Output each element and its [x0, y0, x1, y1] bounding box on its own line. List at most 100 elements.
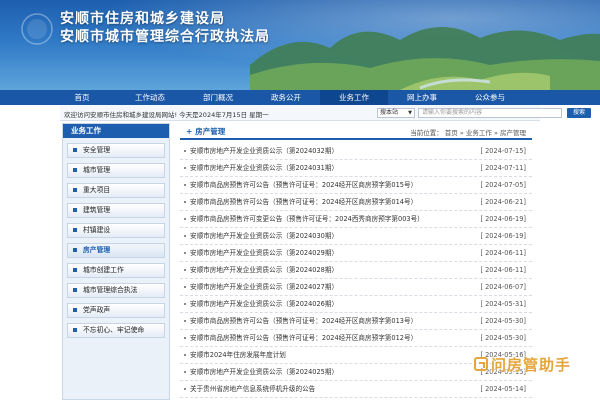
site-title: 安顺市住房和城乡建设局 安顺市城市管理综合行政执法局	[60, 10, 270, 46]
square-bullet-icon	[73, 208, 77, 212]
list-item-date: [ 2024-07-05]	[480, 181, 526, 189]
list-item-title[interactable]: 安顺市房地产开发企业资质公示（第2024027期）	[190, 279, 338, 296]
search-input[interactable]: 请输入你要搜索的内容	[418, 108, 562, 118]
list-item-date: [ 2024-06-19]	[480, 232, 526, 240]
bullet-dot-icon	[184, 201, 186, 203]
list-item-title[interactable]: 安顺市房地产开发企业资质公示（第2024025期）	[190, 364, 338, 381]
list-item-date: [ 2024-07-11]	[480, 164, 526, 172]
list-item[interactable]: 安顺市房地产开发企业资质公示（第2024030期） [ 2024-06-19]	[180, 228, 532, 245]
sidebar-item-major-projects[interactable]: 重大项目	[67, 183, 165, 198]
sidebar-item-safety[interactable]: 安全管理	[67, 143, 165, 158]
sidebar: 业务工作 安全管理 城市管理 重大项目 建筑管理 村镇建设 房产管理 城市创建工…	[62, 123, 170, 400]
list-item[interactable]: 安顺市商品房预售许可公告（预售许可证号：2024经开区商房预字第012号） [ 2…	[180, 330, 532, 347]
bullet-dot-icon	[184, 303, 186, 305]
list-item-date: [ 2024-06-07]	[480, 283, 526, 291]
list-item-title[interactable]: 安顺市房地产开发企业资质公示（第2024028期）	[190, 262, 338, 279]
square-bullet-icon	[73, 228, 77, 232]
bullet-dot-icon	[184, 320, 186, 322]
list-item[interactable]: 安顺市房地产开发企业资质公示（第2024029期） [ 2024-06-11]	[180, 245, 532, 262]
nav-item-home[interactable]: 首页	[48, 90, 116, 105]
square-bullet-icon	[73, 288, 77, 292]
square-bullet-icon	[73, 188, 77, 192]
bullet-dot-icon	[184, 150, 186, 152]
sidebar-item-city-creation[interactable]: 城市创建工作	[67, 263, 165, 278]
sidebar-item-label: 建筑管理	[83, 206, 111, 214]
sidebar-item-village-construction[interactable]: 村镇建设	[67, 223, 165, 238]
page-title: + 房产管理	[186, 126, 225, 137]
list-item-date: [ 2024-05-30]	[480, 317, 526, 325]
sidebar-item-law-enforcement[interactable]: 城市管理综合执法	[67, 283, 165, 298]
sidebar-item-label: 城市管理	[83, 166, 111, 174]
nav-item-public-participation[interactable]: 公众参与	[456, 90, 524, 105]
watermark-text: 问房管助手	[491, 355, 572, 374]
list-item-title[interactable]: 安顺市商品房预售许可公告（预售许可证号：2024经开区商房预字第012号）	[190, 330, 417, 347]
sidebar-item-label: 党声政声	[83, 306, 111, 314]
nav-item-dept-overview[interactable]: 部门概况	[184, 90, 252, 105]
search-button[interactable]: 搜索	[567, 108, 591, 118]
nav-item-work-news[interactable]: 工作动态	[116, 90, 184, 105]
list-item-title[interactable]: 安顺市房地产开发企业资质公示（第2024032期）	[190, 143, 338, 160]
bullet-dot-icon	[184, 371, 186, 373]
list-item[interactable]: 安顺市房地产开发企业资质公示（第2024027期） [ 2024-06-07]	[180, 279, 532, 296]
square-bullet-icon	[73, 248, 77, 252]
list-item[interactable]: 安顺市房地产开发企业资质公示（第2024026期） [ 2024-05-31]	[180, 296, 532, 313]
list-item[interactable]: 安顺市商品房预售许可变更公告（预售许可证号：2024西秀商房预字第003号） [ …	[180, 211, 532, 228]
list-item[interactable]: 安顺市商品房预售许可公告（预售许可证号：2024经开区商房预字第015号） [ 2…	[180, 177, 532, 194]
bullet-dot-icon	[184, 252, 186, 254]
list-item-title[interactable]: 安顺市2024年住房发展年度计划	[190, 347, 286, 364]
square-bullet-icon	[73, 308, 77, 312]
square-bullet-icon	[73, 168, 77, 172]
bullet-dot-icon	[184, 337, 186, 339]
sidebar-item-construction[interactable]: 建筑管理	[67, 203, 165, 218]
list-item[interactable]: 安顺市房地产开发企业资质公示（第2024028期） [ 2024-06-11]	[180, 262, 532, 279]
bullet-dot-icon	[184, 167, 186, 169]
list-item-title[interactable]: 安顺市商品房预售许可变更公告（预售许可证号：2024西秀商房预字第003号）	[190, 211, 424, 228]
site-title-line1: 安顺市住房和城乡建设局	[60, 11, 225, 27]
sidebar-item-original-aspiration[interactable]: 不忘初心、牢记使命	[67, 323, 165, 338]
list-item[interactable]: 安顺市房地产开发企业资质公示（第2024031期） [ 2024-07-11]	[180, 160, 532, 177]
sidebar-item-real-estate[interactable]: 房产管理	[67, 243, 165, 258]
breadcrumb: 当前位置： 首页 » 业务工作 » 房产管理	[410, 129, 526, 137]
list-item-title[interactable]: 安顺市商品房预售许可公告（预售许可证号：2024经开区商房预字第014号）	[190, 194, 417, 211]
bullet-dot-icon	[184, 184, 186, 186]
sidebar-item-label: 村镇建设	[83, 226, 111, 234]
main-nav: 首页 工作动态 部门概况 政务公开 业务工作 网上办事 公众参与	[0, 90, 600, 105]
square-bullet-icon	[73, 268, 77, 272]
list-item-date: [ 2024-07-15]	[480, 147, 526, 155]
sidebar-item-label: 安全管理	[83, 146, 111, 154]
sidebar-item-label: 城市管理综合执法	[83, 286, 138, 294]
list-item[interactable]: 安顺市房地产开发企业资质公示（第2024032期） [ 2024-07-15]	[180, 143, 532, 160]
list-item-date: [ 2024-05-31]	[480, 300, 526, 308]
list-item-title[interactable]: 关于贵州省房地产信息系统停机升级的公告	[190, 381, 315, 398]
list-item-title[interactable]: 安顺市商品房预售许可公告（预售许可证号：2024经开区商房预字第013号）	[190, 313, 417, 330]
list-item-date: [ 2024-05-14]	[480, 385, 526, 393]
bullet-dot-icon	[184, 388, 186, 390]
info-bar: 欢迎访问安顺市住房和城乡建设局网站! 今天是2024年7月15日 星期一 搜本站…	[60, 105, 591, 121]
list-item-date: [ 2024-06-19]	[480, 215, 526, 223]
watermark: 问房管助手	[474, 353, 594, 375]
list-item-title[interactable]: 安顺市商品房预售许可公告（预售许可证号：2024经开区商房预字第015号）	[190, 177, 417, 194]
list-item-title[interactable]: 安顺市房地产开发企业资质公示（第2024029期）	[190, 245, 338, 262]
list-item[interactable]: 关于贵州省房地产信息系统停机升级的公告 [ 2024-05-14]	[180, 381, 532, 398]
page-title-text: 房产管理	[195, 127, 226, 136]
list-item-title[interactable]: 安顺市房地产开发企业资质公示（第2024031期）	[190, 160, 338, 177]
square-bullet-icon	[73, 328, 77, 332]
emblem-icon	[21, 13, 53, 45]
list-item-title[interactable]: 安顺市房地产开发企业资质公示（第2024026期）	[190, 296, 338, 313]
sidebar-item-city-management[interactable]: 城市管理	[67, 163, 165, 178]
list-item[interactable]: 安顺市商品房预售许可公告（预售许可证号：2024经开区商房预字第014号） [ 2…	[180, 194, 532, 211]
nav-item-gov-affairs[interactable]: 政务公开	[252, 90, 320, 105]
nav-item-online-service[interactable]: 网上办事	[388, 90, 456, 105]
search-scope-value: 搜本站	[380, 109, 399, 116]
plus-icon: +	[186, 127, 193, 136]
list-item-date: [ 2024-06-21]	[480, 198, 526, 206]
search-scope-select[interactable]: 搜本站 ▼	[377, 108, 415, 118]
watermark-logo-icon	[474, 357, 488, 371]
sidebar-item-party-voice[interactable]: 党声政声	[67, 303, 165, 318]
list-item[interactable]: 安顺市商品房预售许可公告（预售许可证号：2024经开区商房预字第013号） [ 2…	[180, 313, 532, 330]
bullet-dot-icon	[184, 269, 186, 271]
nav-item-business-work[interactable]: 业务工作	[320, 90, 388, 105]
sidebar-item-label: 房产管理	[83, 246, 111, 254]
list-item-title[interactable]: 安顺市房地产开发企业资质公示（第2024030期）	[190, 228, 338, 245]
header-banner: 安顺市住房和城乡建设局 安顺市城市管理综合行政执法局	[0, 0, 600, 90]
